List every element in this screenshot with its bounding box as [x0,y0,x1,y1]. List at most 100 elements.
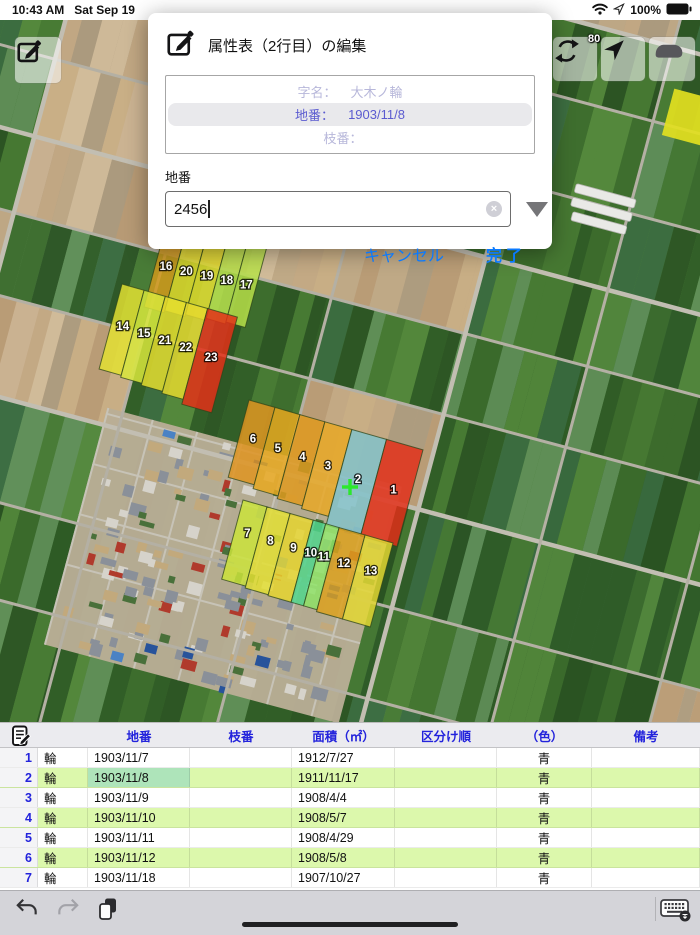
cell-num[interactable]: 4 [0,808,38,827]
cell-menseki[interactable]: 1912/7/27 [292,748,395,767]
parcel-number-label: 8 [267,536,274,548]
wifi-icon [592,3,608,18]
record-row-azana[interactable]: 字名： 大木ノ輪 [168,80,532,103]
column-header: 備考 [592,726,700,745]
cell-biko[interactable] [592,828,700,847]
cell-aza[interactable]: 輪 [38,808,88,827]
paste-button[interactable] [96,896,120,922]
cell-chiban[interactable]: 1903/11/7 [88,748,190,767]
parcel-number-label: 15 [138,328,151,340]
cell-chiban[interactable]: 1903/11/11 [88,828,190,847]
cell-biko[interactable] [592,868,700,887]
table-row[interactable]: 2輪1903/11/8 1911/11/17 青 [0,768,700,788]
cell-kubun[interactable] [395,828,497,847]
cell-num[interactable]: 3 [0,788,38,807]
record-row-edaban[interactable]: 枝番： [168,126,532,149]
cell-chiban[interactable]: 1903/11/10 [88,808,190,827]
cell-num[interactable]: 5 [0,828,38,847]
cell-menseki[interactable]: 1908/5/8 [292,848,395,867]
cell-biko[interactable] [592,768,700,787]
column-header: 区分け順 [395,726,497,745]
cell-edaban[interactable] [190,848,292,867]
record-row-chiban-selected[interactable]: 地番： 1903/11/8 [168,103,532,126]
cell-kubun[interactable] [395,848,497,867]
cell-menseki[interactable]: 1908/4/4 [292,788,395,807]
parcel-number-label: 9 [290,543,296,555]
clock-date: Sat Sep 19 [74,3,135,17]
cell-edaban[interactable] [190,828,292,847]
cell-iro[interactable]: 青 [497,828,592,847]
clear-input-icon[interactable]: × [486,201,502,217]
cell-kubun[interactable] [395,808,497,827]
column-header: （色） [497,726,592,745]
cell-aza[interactable]: 輪 [38,828,88,847]
cell-biko[interactable] [592,808,700,827]
cell-aza[interactable]: 輪 [38,748,88,767]
cell-menseki[interactable]: 1907/10/27 [292,868,395,887]
cell-edaban[interactable] [190,788,292,807]
parcel-number-label: 14 [116,321,129,333]
record-preview-box: 字名： 大木ノ輪 地番： 1903/11/8 枝番： [165,75,535,154]
cell-aza[interactable]: 輪 [38,768,88,787]
cell-biko[interactable] [592,748,700,767]
chiban-input[interactable]: 2456 × [165,191,511,227]
cell-iro[interactable]: 青 [497,788,592,807]
edit-note-icon[interactable] [9,724,33,751]
cell-edaban[interactable] [190,868,292,887]
cell-menseki[interactable]: 1908/5/7 [292,808,395,827]
redo-button[interactable] [55,896,81,922]
cell-kubun[interactable] [395,788,497,807]
undo-button[interactable] [14,896,40,922]
cell-iro[interactable]: 青 [497,868,592,887]
suggestions-dropdown-icon[interactable] [526,202,548,217]
table-row[interactable]: 4輪1903/11/10 1908/5/7 青 [0,808,700,828]
parcel-number-label: 4 [299,452,306,464]
cell-edaban[interactable] [190,748,292,767]
cell-kubun[interactable] [395,768,497,787]
dismiss-keyboard-button[interactable] [658,895,692,923]
cell-kubun[interactable] [395,748,497,767]
cell-aza[interactable]: 輪 [38,788,88,807]
battery-percent: 100% [630,3,661,17]
cell-chiban[interactable]: 1903/11/9 [88,788,190,807]
table-row[interactable]: 5輪1903/11/11 1908/4/29 青 [0,828,700,848]
cell-biko[interactable] [592,848,700,867]
parcel-number-label: 10 [304,548,317,560]
cell-edaban[interactable] [190,808,292,827]
table-row[interactable]: 1輪1903/11/71912/7/27青 [0,748,700,768]
table-row[interactable]: 6輪1903/11/12 1908/5/8 青 [0,848,700,868]
cell-aza[interactable]: 輪 [38,848,88,867]
cell-num[interactable]: 7 [0,868,38,887]
cell-kubun[interactable] [395,868,497,887]
home-indicator[interactable] [242,922,458,927]
cell-chiban[interactable]: 1903/11/18 [88,868,190,887]
cell-menseki[interactable]: 1908/4/29 [292,828,395,847]
input-field-label: 地番 [165,167,535,186]
edit-attribute-dialog: 属性表（2行目）の編集 字名： 大木ノ輪 地番： 1903/11/8 枝番： 地… [148,13,552,249]
cell-iro[interactable]: 青 [497,848,592,867]
table-row[interactable]: 7輪1903/11/18 1907/10/27 青 [0,868,700,888]
cell-num[interactable]: 2 [0,768,38,787]
table-row[interactable]: 3輪1903/11/9 1908/4/4 青 [0,788,700,808]
cell-chiban[interactable]: 1903/11/12 [88,848,190,867]
cell-edaban[interactable] [190,768,292,787]
locate-me-button[interactable] [601,37,645,81]
parcel-number-label: 3 [325,461,331,473]
parcel-number-label: 7 [244,528,250,540]
parcel-number-label: 18 [220,275,233,287]
cell-chiban[interactable]: 1903/11/8 [88,768,190,787]
cell-biko[interactable] [592,788,700,807]
done-button[interactable]: 完了 [486,242,526,266]
cell-iro[interactable]: 青 [497,768,592,787]
table-header-row: 地番枝番面積（㎡）区分け順（色）備考 [0,723,700,748]
cell-iro[interactable]: 青 [497,808,592,827]
cell-aza[interactable]: 輪 [38,868,88,887]
cell-iro[interactable]: 青 [497,748,592,767]
parcel-number-label: 1 [390,485,397,497]
parcel-number-label: 22 [179,342,192,354]
cell-menseki[interactable]: 1911/11/17 [292,768,395,787]
cancel-button[interactable]: キャンセル [364,242,444,266]
map-edit-button[interactable] [15,37,61,83]
polygon-tool-button[interactable] [649,37,695,81]
cell-num[interactable]: 6 [0,848,38,867]
